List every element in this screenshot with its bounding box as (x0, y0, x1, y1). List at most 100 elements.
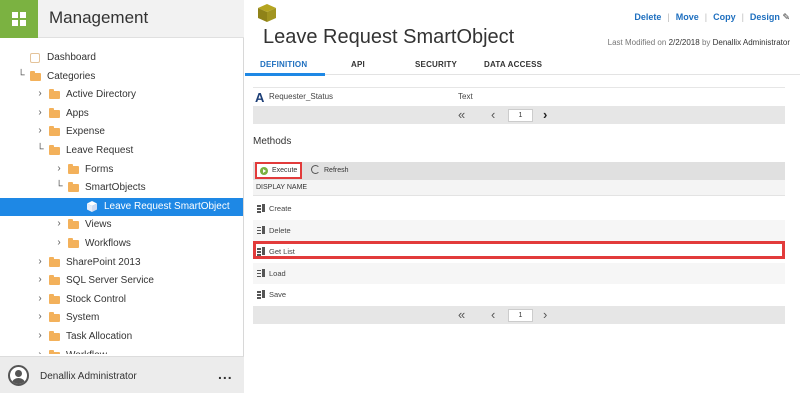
folder-icon (30, 70, 41, 81)
tree-item[interactable]: Leave Request SmartObject (0, 197, 243, 217)
method-icon (257, 204, 265, 213)
pencil-icon[interactable]: ✎ (782, 12, 790, 22)
tab-security[interactable]: SECURITY (415, 60, 457, 69)
collapse-arrow-icon[interactable]: └ (35, 144, 45, 155)
tree-item[interactable]: › Stock Control (0, 291, 243, 310)
execute-label: Execute (272, 167, 298, 174)
tree-item-label: Leave Request (66, 145, 134, 156)
tree-item[interactable]: └ Categories (0, 68, 243, 87)
delete-button[interactable]: Delete (634, 12, 661, 22)
tree-item[interactable]: › Apps (0, 105, 243, 124)
property-name: Requester_Status (269, 92, 334, 101)
folder-icon (68, 163, 79, 174)
tree-item-label: Active Directory (66, 89, 137, 101)
expand-arrow-icon[interactable]: › (35, 330, 45, 341)
expand-arrow-icon[interactable]: › (35, 274, 45, 285)
methods-heading: Methods (253, 136, 292, 147)
method-icon (257, 225, 265, 234)
tree-item[interactable]: › Forms (0, 161, 243, 180)
move-button[interactable]: Move (676, 12, 699, 22)
tab-data-access[interactable]: DATA ACCESS (484, 60, 542, 69)
page-title: Leave Request SmartObject (263, 26, 515, 48)
folder-icon (49, 331, 60, 341)
property-type: Text (458, 92, 473, 101)
previous-page-icon[interactable]: ‹ (491, 107, 495, 122)
expand-arrow-icon[interactable]: › (35, 256, 45, 267)
method-row[interactable]: Get List (253, 241, 785, 259)
expand-arrow-icon[interactable]: › (35, 88, 45, 99)
folder-icon (49, 312, 60, 323)
property-row[interactable]: A Requester_Status Text (253, 87, 785, 105)
next-page-icon[interactable]: › (543, 307, 547, 322)
execute-button[interactable]: Execute (255, 162, 302, 179)
tree-item[interactable]: › Active Directory (0, 86, 243, 105)
method-name: Get List (269, 247, 295, 256)
collapse-arrow-icon[interactable]: └ (16, 70, 26, 81)
copy-button[interactable]: Copy (713, 12, 736, 22)
folder-icon (68, 238, 79, 248)
refresh-button[interactable]: Refresh (311, 165, 349, 174)
folder-icon (49, 145, 60, 155)
refresh-icon (311, 165, 320, 174)
modified-by-label: by (701, 38, 711, 47)
play-icon (260, 167, 268, 175)
sidebar-title: Management (49, 8, 149, 27)
expand-arrow-icon[interactable]: › (35, 311, 45, 322)
expand-arrow-icon[interactable]: › (54, 218, 64, 229)
method-row[interactable]: Load (253, 262, 785, 284)
first-page-icon[interactable]: « (458, 107, 465, 122)
method-row[interactable]: Create (253, 198, 785, 219)
method-row[interactable]: Save (253, 284, 785, 305)
folder-icon (49, 275, 60, 286)
design-button[interactable]: Design (750, 12, 780, 22)
method-row[interactable]: Delete (253, 219, 785, 241)
tree-item[interactable]: › SharePoint 2013 (0, 254, 243, 273)
folder-icon (49, 256, 60, 267)
tree-item-label: Workflows (85, 238, 131, 249)
sidebar: Management Dashboard └ Categories › Active D… (0, 0, 244, 393)
first-page-icon[interactable]: « (458, 307, 465, 322)
smartobject-icon (87, 200, 97, 212)
expand-arrow-icon[interactable]: › (54, 163, 64, 174)
tree-item[interactable]: › Views (0, 216, 243, 235)
last-modified-info: Last Modified on 2/2/2018 by Denallix Ad… (608, 38, 790, 47)
tree-item-label: Views (85, 219, 112, 231)
tree-item[interactable]: › Task Allocation (0, 328, 243, 347)
expand-arrow-icon[interactable]: › (35, 107, 45, 118)
category-tree: Dashboard └ Categories › Active Directory › Ap… (0, 49, 244, 354)
tree-item[interactable]: └ SmartObjects (0, 179, 243, 198)
app-launcher-icon[interactable] (0, 0, 38, 38)
expand-arrow-icon[interactable]: › (35, 349, 45, 354)
object-actions: Delete | Move | Copy | Design ✎ (634, 12, 790, 22)
page-number-input[interactable]: 1 (508, 109, 533, 122)
tree-item[interactable]: › System (0, 309, 243, 328)
tree-item[interactable]: └ Leave Request (0, 142, 243, 161)
tree-item-label: Stock Control (66, 293, 127, 305)
tree-item[interactable]: › Workflows (0, 235, 243, 254)
tab-definition[interactable]: DEFINITION (260, 60, 307, 69)
user-name: Denallix Administrator (40, 371, 137, 382)
app-window: Management Dashboard └ Categories › Active D… (0, 0, 800, 393)
display-name-column-header[interactable]: DISPLAY NAME (253, 180, 785, 196)
tree-item[interactable]: › SQL Server Service (0, 272, 243, 291)
tree-item[interactable]: Dashboard (0, 49, 243, 68)
expand-arrow-icon[interactable]: › (54, 237, 64, 248)
tree-item[interactable]: › Expense (0, 123, 243, 142)
expand-arrow-icon[interactable]: › (35, 293, 45, 304)
collapse-arrow-icon[interactable]: └ (54, 181, 64, 192)
user-avatar-icon[interactable] (8, 365, 29, 386)
expand-arrow-icon[interactable]: › (35, 125, 45, 136)
tree-item-label: Apps (66, 107, 89, 119)
tree-item[interactable]: › Workflow (0, 347, 243, 354)
next-page-icon[interactable]: › (543, 107, 547, 122)
previous-page-icon[interactable]: ‹ (491, 307, 495, 322)
folder-icon (68, 219, 79, 230)
tab-api[interactable]: API (351, 60, 365, 69)
column-header-label: DISPLAY NAME (256, 184, 308, 191)
method-name: Load (269, 268, 286, 278)
tree-item-label: Task Allocation (66, 331, 133, 342)
method-name: Save (269, 290, 287, 299)
more-options-icon[interactable]: ... (218, 366, 233, 382)
folder-icon (49, 107, 60, 118)
page-number-input[interactable]: 1 (508, 309, 533, 322)
